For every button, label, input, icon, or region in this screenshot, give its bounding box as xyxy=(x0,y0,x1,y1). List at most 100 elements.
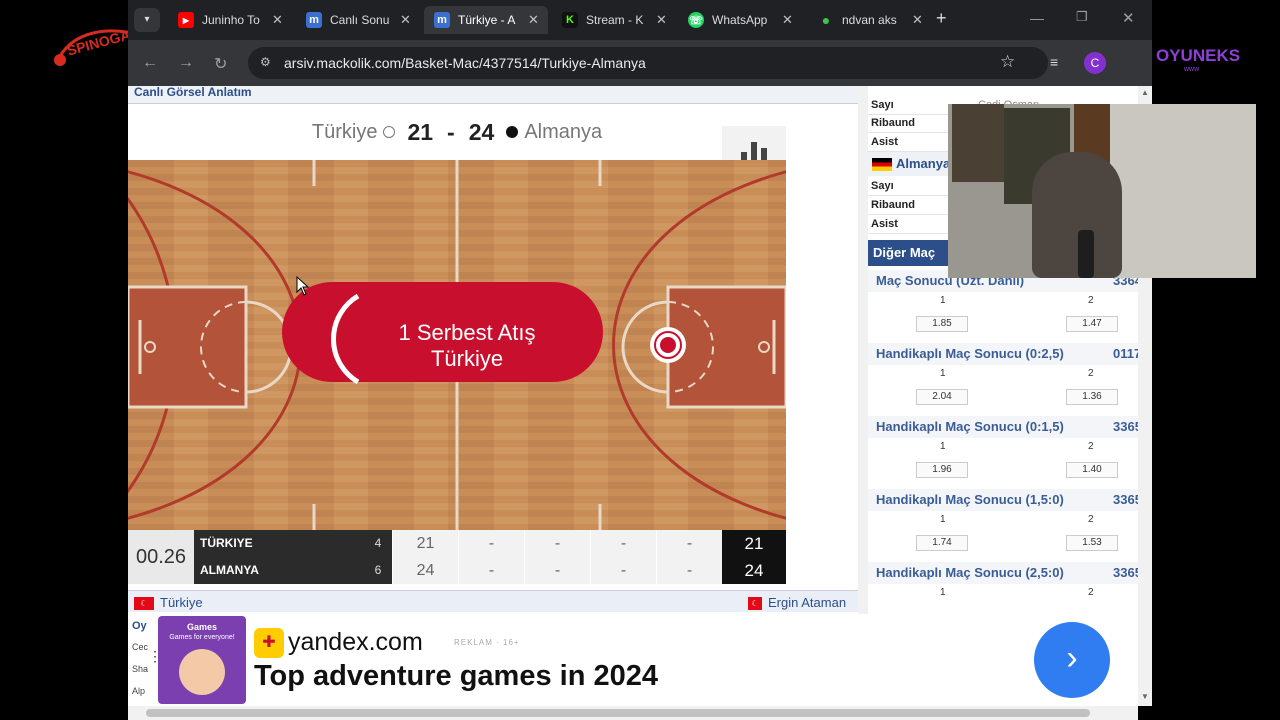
scroll-thumb[interactable] xyxy=(146,709,1090,717)
microphone-icon xyxy=(1078,230,1094,278)
media-control-icon[interactable]: ≡ xyxy=(1050,54,1058,70)
turkey-flag-icon: ☾ xyxy=(134,595,160,611)
market-title[interactable]: Handikaplı Maç Sonucu (1,5:0)3365 xyxy=(868,489,1138,511)
away-score: 24 xyxy=(468,118,495,145)
away-team-name: Almanya xyxy=(524,120,603,143)
ad-banner[interactable]: Oy Cec Sha Alp ⋮ Games Games for everyon… xyxy=(128,614,1138,706)
odd-button[interactable]: 1.85 xyxy=(916,316,968,332)
maximize-button[interactable]: ❐ xyxy=(1076,9,1088,25)
close-icon[interactable]: ✕ xyxy=(912,12,923,28)
scoreboard-team: TÜRKIYE xyxy=(194,530,364,557)
game-clock: 00.26 xyxy=(128,530,194,584)
lineup-row: Alp xyxy=(132,686,146,696)
scroll-down-arrow-icon[interactable]: ▼ xyxy=(1141,692,1149,701)
minimize-button[interactable]: — xyxy=(1030,10,1044,26)
bookmark-star-icon[interactable]: ☆ xyxy=(1000,52,1015,72)
tab-canli-sonuc[interactable]: m Canlı Sonu ✕ xyxy=(296,6,416,34)
kick-icon: K xyxy=(562,12,578,28)
close-icon[interactable]: ✕ xyxy=(400,12,411,28)
lineup-row: Cec xyxy=(132,642,149,652)
oyuneks-logo-text: OYUNEKS xyxy=(1156,46,1241,65)
odd-button[interactable]: 1.47 xyxy=(1066,316,1118,332)
match-main-panel: Canlı Görsel Anlatım Türkiye 21 - 24 Alm… xyxy=(128,86,858,706)
event-line-1: 1 Serbest Atış xyxy=(398,320,536,345)
tab-youtube[interactable]: ▶ Juninho To ✕ xyxy=(168,6,288,34)
home-team-name: Türkiye xyxy=(311,120,378,143)
away-indicator-icon xyxy=(506,126,519,138)
ad-headline[interactable]: Top adventure games in 2024 xyxy=(254,660,658,693)
market-labels: 12 xyxy=(940,587,1094,598)
tab-whatsapp[interactable]: ☏ WhatsApp ✕ xyxy=(678,6,798,34)
market-code: 3365 xyxy=(1113,492,1138,507)
market-labels: 12 xyxy=(940,368,1094,379)
market-title[interactable]: Handikaplı Maç Sonucu (0:1,5)3365 xyxy=(868,416,1138,438)
turkey-flag-icon: ☾ xyxy=(748,595,768,611)
lineup-row: Oy xyxy=(132,620,147,632)
section-title: Canlı Görsel Anlatım xyxy=(128,86,858,104)
back-arrow-icon[interactable]: ← xyxy=(142,54,158,72)
profile-avatar[interactable]: C xyxy=(1084,52,1106,74)
ad-next-button[interactable]: › xyxy=(1034,622,1110,698)
drop-icon: ● xyxy=(821,12,831,28)
germany-flag-icon xyxy=(872,158,892,171)
scoreboard-quarter: - xyxy=(656,530,722,557)
home-score: 21 xyxy=(407,118,434,145)
scroll-up-arrow-icon[interactable]: ▲ xyxy=(1141,88,1149,97)
scoreboard-row-home: TÜRKIYE 4 21 - - - - 21 xyxy=(194,530,786,557)
scoreboard-quarter: - xyxy=(590,530,656,557)
scoreboard: 00.26 TÜRKIYE 4 21 - - - - 21 ALMANYA 6 … xyxy=(128,530,786,584)
market-code: 3365 xyxy=(1113,565,1138,580)
new-tab-button[interactable]: + xyxy=(936,8,947,29)
horizontal-scrollbar[interactable] xyxy=(128,706,1138,720)
close-icon[interactable]: ✕ xyxy=(782,12,793,28)
odd-button[interactable]: 1.36 xyxy=(1066,389,1118,405)
odd-button[interactable]: 1.53 xyxy=(1066,535,1118,551)
forward-arrow-icon[interactable]: → xyxy=(178,54,194,72)
youtube-icon: ▶ xyxy=(178,12,194,28)
score-separator: - xyxy=(447,118,455,145)
score-header: Türkiye 21 - 24 Almanya xyxy=(128,104,786,174)
scoreboard-quarter: - xyxy=(590,557,656,584)
market-odds: 2.04 1.36 xyxy=(868,389,1138,409)
lineup-header: ☾ Türkiye ☾ Ergin Ataman xyxy=(128,590,858,612)
close-window-button[interactable]: ✕ xyxy=(1122,9,1135,27)
game-character-icon xyxy=(179,649,225,695)
close-icon[interactable]: ✕ xyxy=(528,12,539,28)
reload-icon[interactable]: ↻ xyxy=(214,54,227,74)
tab-turkiye-almanya[interactable]: m Türkiye - A ✕ xyxy=(424,6,548,34)
odd-button[interactable]: 2.04 xyxy=(916,389,968,405)
ad-image[interactable]: Games Games for everyone! xyxy=(158,616,246,704)
tab-label: ndvan aks xyxy=(842,13,897,27)
browser-toolbar: ← → ↻ ⚙ arsiv.mackolik.com/Basket-Mac/43… xyxy=(128,40,1152,86)
poster-image xyxy=(952,104,1004,182)
odd-button[interactable]: 1.74 xyxy=(916,535,968,551)
url-text: arsiv.mackolik.com/Basket-Mac/4377514/Tu… xyxy=(284,55,646,71)
odd-button[interactable]: 1.40 xyxy=(1066,462,1118,478)
scoreboard-quarter: - xyxy=(524,530,590,557)
close-icon[interactable]: ✕ xyxy=(272,12,283,28)
market-title[interactable]: Handikaplı Maç Sonucu (2,5:0)3365 xyxy=(868,562,1138,584)
coach-name[interactable]: Ergin Ataman xyxy=(768,595,846,610)
close-icon[interactable]: ✕ xyxy=(656,12,667,28)
tab-ndvan[interactable]: ● ndvan aks ✕ xyxy=(808,6,928,34)
tab-search-button[interactable]: ▾ xyxy=(134,8,160,32)
ad-image-sub: Games for everyone! xyxy=(169,634,235,641)
tab-stream[interactable]: K Stream - K ✕ xyxy=(552,6,672,34)
lineup-team-name[interactable]: Türkiye xyxy=(160,595,203,610)
scoreboard-total: 21 xyxy=(722,530,786,557)
mackolik-icon: m xyxy=(306,12,322,28)
market-title[interactable]: Handikaplı Maç Sonucu (0:2,5) 0117 xyxy=(868,343,1138,365)
webcam-overlay xyxy=(948,104,1256,278)
address-bar[interactable]: ⚙ arsiv.mackolik.com/Basket-Mac/4377514/… xyxy=(248,47,1048,79)
market-labels: 12 xyxy=(940,295,1094,306)
market-odds: 1.96 1.40 xyxy=(868,462,1138,482)
ad-domain[interactable]: yandex.com xyxy=(288,628,423,657)
scoreboard-quarter: - xyxy=(524,557,590,584)
site-info-icon[interactable]: ⚙ xyxy=(260,55,271,69)
market-labels: 12 xyxy=(940,514,1094,525)
market-code: 0117 xyxy=(1113,346,1138,361)
scoreboard-row-away: ALMANYA 6 24 - - - - 24 xyxy=(194,557,786,584)
scoreboard-fouls: 6 xyxy=(364,557,392,584)
mackolik-icon: m xyxy=(434,12,450,28)
odd-button[interactable]: 1.96 xyxy=(916,462,968,478)
